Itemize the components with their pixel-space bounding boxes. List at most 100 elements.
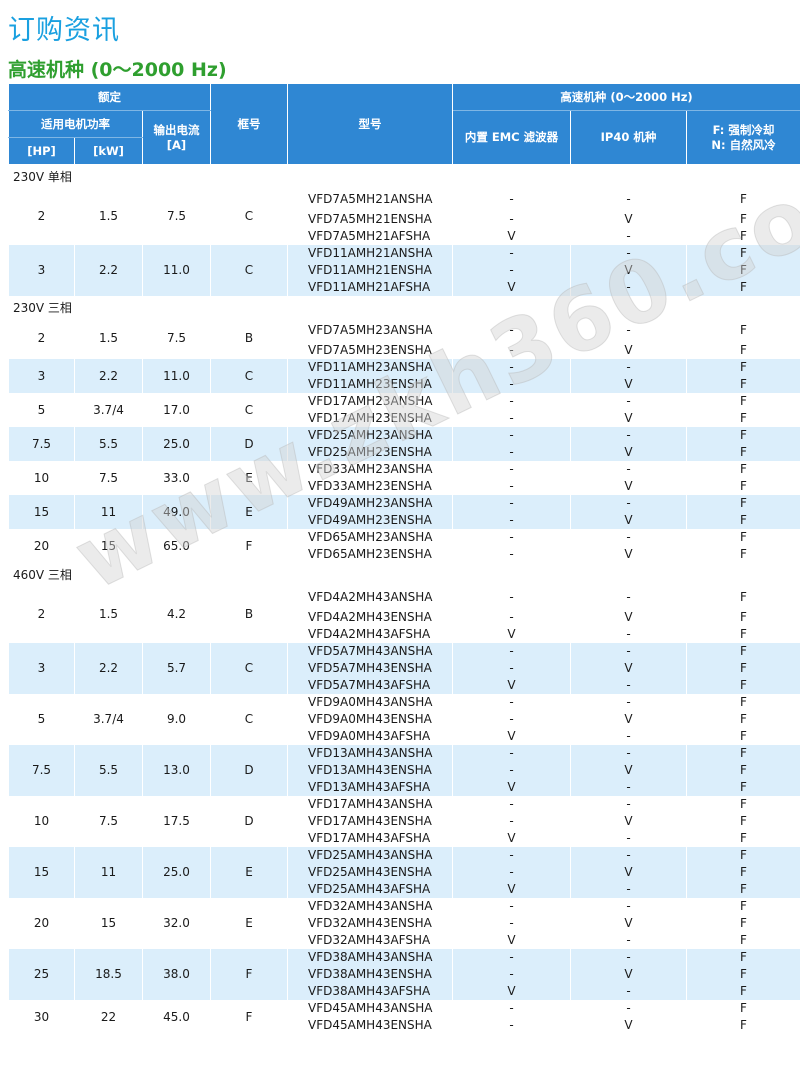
cell-hp: 10 bbox=[8, 796, 75, 847]
header-emc: 内置 EMC 滤波器 bbox=[452, 110, 571, 165]
cell-emc: V bbox=[452, 677, 571, 694]
table-row: 2 1.5 4.2 B VFD4A2MH43ANSHA - - F bbox=[8, 585, 800, 643]
table-row: 5 3.7/4 17.0 C VFD17AMH23ANSHA - - F bbox=[8, 393, 800, 427]
cell-cooling: F bbox=[686, 745, 800, 762]
header-amp-unit: [A] bbox=[166, 137, 187, 152]
cell-model: VFD38AMH43AFSHA bbox=[287, 983, 453, 1000]
cell-emc: - bbox=[452, 512, 571, 529]
cell-cooling: F bbox=[686, 983, 800, 1000]
cell-cooling: F bbox=[686, 711, 800, 728]
cell-ip40: V bbox=[570, 512, 687, 529]
cell-ip40: - bbox=[570, 279, 687, 296]
cell-cooling: F bbox=[686, 318, 800, 342]
cell-ip40: - bbox=[570, 245, 687, 262]
cell-cooling: F bbox=[686, 427, 800, 444]
cell-kw: 2.2 bbox=[74, 359, 143, 393]
cell-ip40: - bbox=[570, 626, 687, 643]
cell-current: 17.0 bbox=[142, 393, 211, 427]
cell-ip40: V bbox=[570, 342, 687, 359]
cell-frame: B bbox=[210, 585, 288, 643]
cell-kw: 1.5 bbox=[74, 585, 143, 643]
cell-current: 65.0 bbox=[142, 529, 211, 563]
cell-ip40: V bbox=[570, 711, 687, 728]
cell-ip40: V bbox=[570, 813, 687, 830]
cell-cooling: F bbox=[686, 410, 800, 427]
cell-cooling: F bbox=[686, 915, 800, 932]
cell-model: VFD33AMH23ENSHA bbox=[287, 478, 453, 495]
cell-ip40: - bbox=[570, 228, 687, 245]
cell-frame: D bbox=[210, 745, 288, 796]
cell-cooling: F bbox=[686, 830, 800, 847]
cell-model: VFD9A0MH43ANSHA bbox=[287, 694, 453, 711]
cell-model: VFD65AMH23ENSHA bbox=[287, 546, 453, 563]
cell-ip40: V bbox=[570, 478, 687, 495]
cell-kw: 2.2 bbox=[74, 245, 143, 296]
cell-ip40: - bbox=[570, 359, 687, 376]
cell-frame: E bbox=[210, 898, 288, 949]
cell-current: 7.5 bbox=[142, 318, 211, 359]
cell-cooling: F bbox=[686, 495, 800, 512]
table-row: 3 2.2 5.7 C VFD5A7MH43ANSHA - - F bbox=[8, 643, 800, 694]
cell-cooling: F bbox=[686, 694, 800, 711]
cell-emc: - bbox=[452, 546, 571, 563]
cell-emc: - bbox=[452, 444, 571, 461]
cell-kw: 3.7/4 bbox=[74, 694, 143, 745]
cell-ip40: - bbox=[570, 461, 687, 478]
header-frame: 框号 bbox=[210, 83, 288, 165]
section-row: 230V 单相 bbox=[8, 164, 800, 187]
cell-model: VFD5A7MH43ANSHA bbox=[287, 643, 453, 660]
cell-model: VFD45AMH43ANSHA bbox=[287, 1000, 453, 1017]
cell-kw: 18.5 bbox=[74, 949, 143, 1000]
cell-current: 7.5 bbox=[142, 187, 211, 245]
cell-current: 32.0 bbox=[142, 898, 211, 949]
cell-ip40: V bbox=[570, 1017, 687, 1034]
cell-ip40: - bbox=[570, 949, 687, 966]
cell-emc: - bbox=[452, 949, 571, 966]
cell-ip40: V bbox=[570, 762, 687, 779]
cell-model: VFD9A0MH43ENSHA bbox=[287, 711, 453, 728]
cell-cooling: F bbox=[686, 211, 800, 228]
cell-model: VFD4A2MH43AFSHA bbox=[287, 626, 453, 643]
cell-model: VFD9A0MH43AFSHA bbox=[287, 728, 453, 745]
cell-ip40: V bbox=[570, 864, 687, 881]
table-row: 20 15 32.0 E VFD32AMH43ANSHA - - F bbox=[8, 898, 800, 949]
cell-frame: E bbox=[210, 495, 288, 529]
cell-emc: - bbox=[452, 427, 571, 444]
table-row: 3 2.2 11.0 C VFD11AMH23ANSHA - - F bbox=[8, 359, 800, 393]
cell-emc: V bbox=[452, 983, 571, 1000]
cell-ip40: V bbox=[570, 660, 687, 677]
cell-current: 38.0 bbox=[142, 949, 211, 1000]
cell-emc: V bbox=[452, 279, 571, 296]
table-row: 15 11 49.0 E VFD49AMH23ANSHA - - F bbox=[8, 495, 800, 529]
cell-model: VFD4A2MH43ENSHA bbox=[287, 609, 453, 626]
cell-model: VFD25AMH43AFSHA bbox=[287, 881, 453, 898]
cell-cooling: F bbox=[686, 376, 800, 393]
cell-kw: 5.5 bbox=[74, 427, 143, 461]
cell-model: VFD17AMH43ANSHA bbox=[287, 796, 453, 813]
table-row: 10 7.5 17.5 D VFD17AMH43ANSHA - - F bbox=[8, 796, 800, 847]
cell-frame: E bbox=[210, 461, 288, 495]
cell-cooling: F bbox=[686, 444, 800, 461]
header-hp: [HP] bbox=[8, 137, 75, 165]
cell-emc: - bbox=[452, 694, 571, 711]
cell-ip40: - bbox=[570, 495, 687, 512]
cell-emc: - bbox=[452, 359, 571, 376]
cell-cooling: F bbox=[686, 279, 800, 296]
cell-ip40: - bbox=[570, 983, 687, 1000]
table-row: 3 2.2 11.0 C VFD11AMH21ANSHA - - F bbox=[8, 245, 800, 296]
cell-cooling: F bbox=[686, 245, 800, 262]
cell-emc: - bbox=[452, 342, 571, 359]
cell-emc: - bbox=[452, 478, 571, 495]
cell-model: VFD17AMH43AFSHA bbox=[287, 830, 453, 847]
cell-frame: B bbox=[210, 318, 288, 359]
cell-cooling: F bbox=[686, 660, 800, 677]
cell-hp: 3 bbox=[8, 643, 75, 694]
cell-current: 11.0 bbox=[142, 245, 211, 296]
cell-model: VFD32AMH43ENSHA bbox=[287, 915, 453, 932]
cell-current: 49.0 bbox=[142, 495, 211, 529]
cell-cooling: F bbox=[686, 898, 800, 915]
cell-model: VFD11AMH21AFSHA bbox=[287, 279, 453, 296]
cell-emc: - bbox=[452, 796, 571, 813]
cell-ip40: V bbox=[570, 410, 687, 427]
cell-emc: V bbox=[452, 228, 571, 245]
